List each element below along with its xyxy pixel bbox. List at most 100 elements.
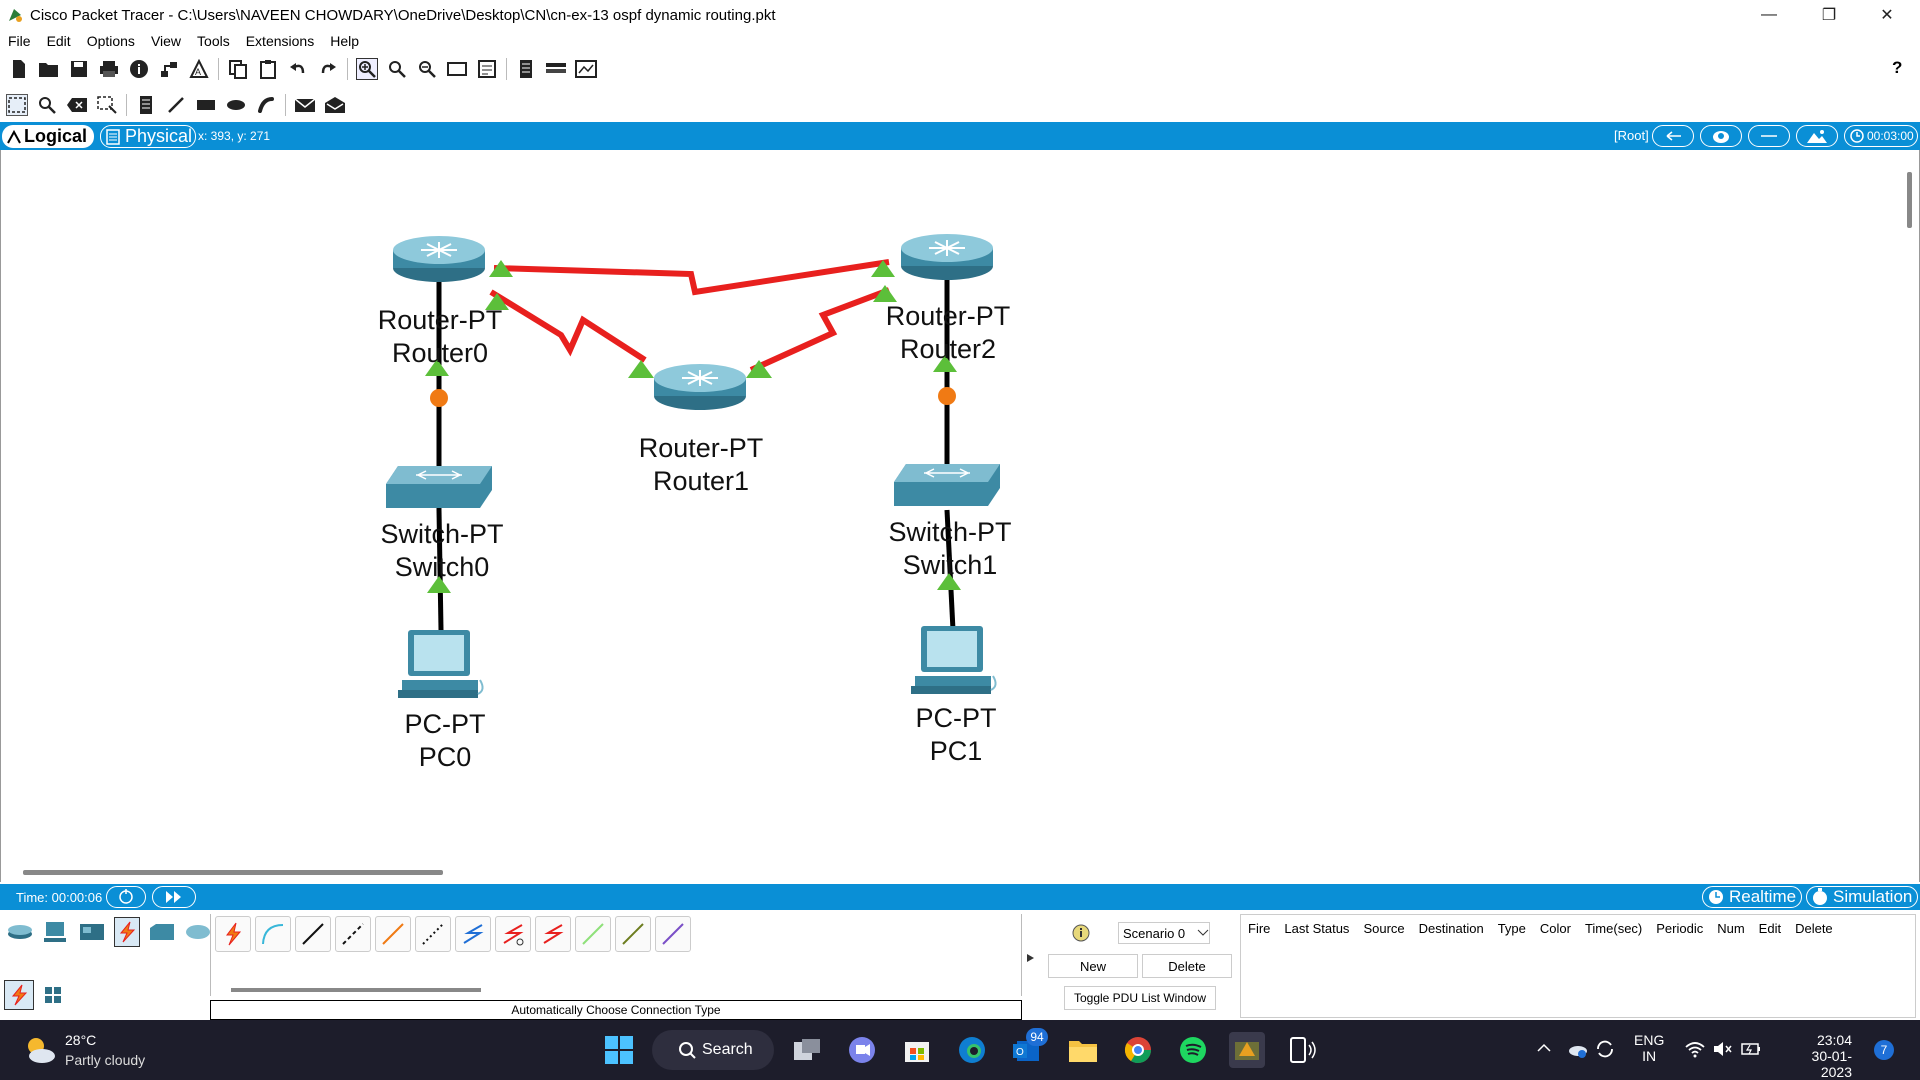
- fiber-icon[interactable]: [375, 916, 411, 952]
- activity-wizard-icon[interactable]: A: [188, 58, 210, 80]
- col-num[interactable]: Num: [1710, 921, 1751, 936]
- console-cable-icon[interactable]: [255, 916, 291, 952]
- octal-cable-icon[interactable]: [575, 916, 611, 952]
- col-edit[interactable]: Edit: [1752, 921, 1788, 936]
- copy-icon[interactable]: [227, 58, 249, 80]
- tab-physical[interactable]: Physical: [100, 125, 196, 148]
- zoom-reset-icon[interactable]: [386, 58, 408, 80]
- wifi-icon[interactable]: [1684, 1038, 1706, 1060]
- start-button[interactable]: [601, 1032, 637, 1068]
- resize-shape-icon[interactable]: [96, 94, 118, 116]
- add-complex-pdu-icon[interactable]: [324, 94, 346, 116]
- realtime-mode-button[interactable]: Realtime: [1702, 886, 1802, 908]
- serial-dte-icon[interactable]: [535, 916, 571, 952]
- device-template-icon[interactable]: [545, 58, 567, 80]
- save-icon[interactable]: [68, 58, 90, 80]
- help-icon[interactable]: ?: [1892, 58, 1902, 78]
- viewport-icon[interactable]: [575, 58, 597, 80]
- custom-device-icon[interactable]: [476, 58, 498, 80]
- coaxial-icon[interactable]: [455, 916, 491, 952]
- network-info-icon[interactable]: [158, 58, 180, 80]
- phone-cable-icon[interactable]: [415, 916, 451, 952]
- fast-forward-button[interactable]: [152, 886, 196, 908]
- open-folder-icon[interactable]: [38, 58, 60, 80]
- new-cluster-button[interactable]: [1700, 125, 1742, 147]
- col-color[interactable]: Color: [1533, 921, 1578, 936]
- col-periodic[interactable]: Periodic: [1649, 921, 1710, 936]
- viewport-clock[interactable]: 00:03:00: [1844, 125, 1918, 147]
- col-fire[interactable]: Fire: [1241, 921, 1277, 936]
- horizontal-scrollbar[interactable]: [23, 870, 443, 875]
- draw-rectangle-icon[interactable]: [195, 94, 217, 116]
- redo-icon[interactable]: [317, 58, 339, 80]
- copper-straight-through-icon[interactable]: [295, 916, 331, 952]
- select-tool-icon[interactable]: [6, 94, 28, 116]
- toggle-pdu-list-button[interactable]: Toggle PDU List Window: [1064, 986, 1216, 1010]
- menu-file[interactable]: File: [0, 33, 39, 49]
- power-cycle-button[interactable]: [106, 886, 146, 908]
- vertical-scrollbar[interactable]: [1907, 172, 1912, 228]
- scenario-info-icon[interactable]: [1072, 924, 1090, 942]
- root-breadcrumb[interactable]: [Root]: [1614, 128, 1649, 143]
- place-note-icon[interactable]: [135, 94, 157, 116]
- command-log-icon[interactable]: [515, 58, 537, 80]
- undo-icon[interactable]: [287, 58, 309, 80]
- packet-tracer-taskbar-icon[interactable]: [1229, 1032, 1265, 1068]
- zoom-out-icon[interactable]: [416, 58, 438, 80]
- spotify-icon[interactable]: [1175, 1032, 1211, 1068]
- zoom-in-icon[interactable]: [356, 58, 378, 80]
- set-background-button[interactable]: [1796, 125, 1838, 147]
- col-delete[interactable]: Delete: [1788, 921, 1840, 936]
- paste-icon[interactable]: [257, 58, 279, 80]
- move-object-button[interactable]: [1748, 125, 1790, 147]
- volume-muted-icon[interactable]: [1712, 1038, 1734, 1060]
- weather-icon[interactable]: [22, 1032, 58, 1068]
- drawing-palette-icon[interactable]: [446, 58, 468, 80]
- delete-scenario-button[interactable]: Delete: [1142, 954, 1232, 978]
- inspect-icon[interactable]: [36, 94, 58, 116]
- usb-cable-icon[interactable]: [655, 916, 691, 952]
- menu-options[interactable]: Options: [79, 33, 143, 49]
- chevron-up-icon[interactable]: [1536, 1040, 1552, 1056]
- delete-tool-icon[interactable]: [66, 94, 88, 116]
- new-file-icon[interactable]: [8, 58, 30, 80]
- sync-icon[interactable]: [1594, 1038, 1616, 1060]
- logical-workspace[interactable]: Router-PT Router0 Router-PT Router1 Rout…: [0, 150, 1920, 882]
- freeform-icon[interactable]: [255, 94, 277, 116]
- auto-connection-icon[interactable]: [215, 916, 251, 952]
- clock-area[interactable]: 23:04 30-01-2023: [1782, 1032, 1852, 1080]
- col-source[interactable]: Source: [1356, 921, 1411, 936]
- close-button[interactable]: ✕: [1864, 0, 1910, 30]
- minimize-button[interactable]: —: [1746, 0, 1792, 30]
- scenario-select[interactable]: Scenario 0: [1118, 922, 1210, 944]
- col-type[interactable]: Type: [1491, 921, 1533, 936]
- draw-line-icon[interactable]: [165, 94, 187, 116]
- task-view-icon[interactable]: [789, 1032, 825, 1068]
- serial-dce-icon[interactable]: [495, 916, 531, 952]
- components-category-icon[interactable]: [78, 917, 106, 947]
- battery-icon[interactable]: [1740, 1038, 1762, 1060]
- connection-types-scrollbar[interactable]: [231, 988, 481, 992]
- network-devices-category-icon[interactable]: [6, 917, 34, 947]
- add-simple-pdu-icon[interactable]: [294, 94, 316, 116]
- info-icon[interactable]: [128, 58, 150, 80]
- file-explorer-icon[interactable]: [1065, 1032, 1101, 1068]
- menu-view[interactable]: View: [143, 33, 189, 49]
- copper-cross-over-icon[interactable]: [335, 916, 371, 952]
- miscellaneous-category-icon[interactable]: [148, 917, 176, 947]
- menu-extensions[interactable]: Extensions: [238, 33, 322, 49]
- onedrive-icon[interactable]: [1566, 1038, 1588, 1060]
- draw-ellipse-icon[interactable]: [225, 94, 247, 116]
- back-level-button[interactable]: [1652, 125, 1694, 147]
- restore-button[interactable]: ❐: [1806, 0, 1852, 30]
- chrome-icon[interactable]: [1120, 1032, 1156, 1068]
- col-destination[interactable]: Destination: [1412, 921, 1491, 936]
- collapse-arrow-icon[interactable]: [1026, 950, 1036, 962]
- connections-category-icon[interactable]: [114, 917, 140, 947]
- microsoft-store-icon[interactable]: [899, 1032, 935, 1068]
- end-devices-category-icon[interactable]: [42, 917, 70, 947]
- edge-browser-icon[interactable]: [954, 1032, 990, 1068]
- col-time[interactable]: Time(sec): [1578, 921, 1649, 936]
- iot-custom-cable-icon[interactable]: [615, 916, 651, 952]
- multiuser-category-icon[interactable]: [184, 917, 212, 947]
